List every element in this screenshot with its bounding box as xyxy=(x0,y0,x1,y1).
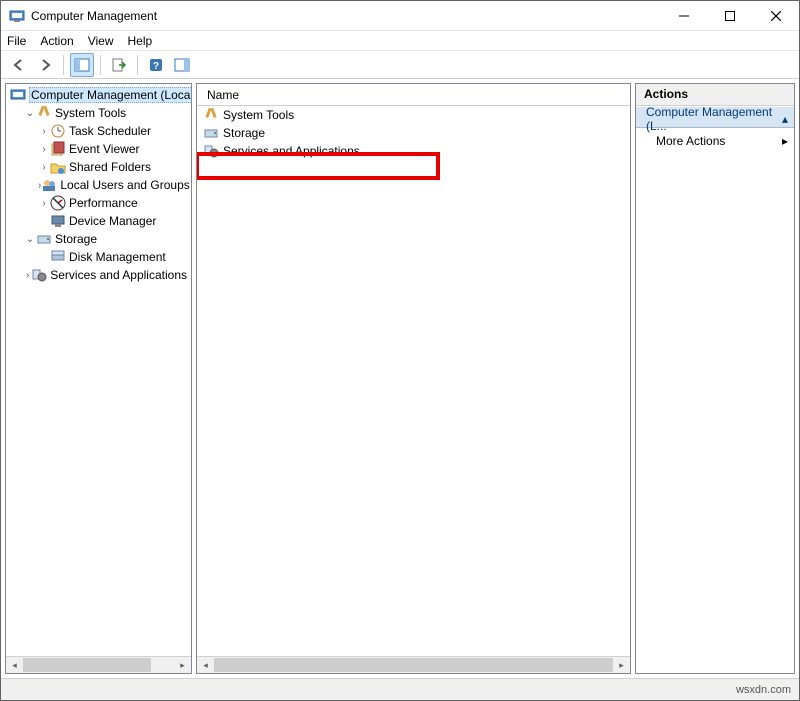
services-apps-icon xyxy=(203,143,219,159)
system-tools-icon xyxy=(203,107,219,123)
tree-label: System Tools xyxy=(55,106,126,120)
help-button[interactable]: ? xyxy=(144,53,168,77)
status-text: wsxdn.com xyxy=(736,684,791,696)
tree-horizontal-scrollbar[interactable]: ◂ ▸ xyxy=(6,656,191,673)
tree-label: Performance xyxy=(69,196,138,210)
event-viewer-icon xyxy=(50,141,66,157)
storage-icon xyxy=(36,231,52,247)
actions-more-actions[interactable]: More Actions ▸ xyxy=(636,128,794,150)
console-tree-pane: Computer Management (Local ⌄ System Tool… xyxy=(5,83,192,674)
window-controls xyxy=(661,1,799,30)
tree-label: Event Viewer xyxy=(69,142,139,156)
minimize-button[interactable] xyxy=(661,1,707,30)
scroll-thumb[interactable] xyxy=(214,658,613,672)
console-tree: Computer Management (Local ⌄ System Tool… xyxy=(6,84,191,656)
computer-management-window: Computer Management File Action View Hel… xyxy=(0,0,800,701)
actions-header: Actions xyxy=(636,84,794,106)
list-item-label: Storage xyxy=(223,126,265,140)
list-column-header-name[interactable]: Name xyxy=(197,84,630,106)
scroll-thumb[interactable] xyxy=(23,658,151,672)
result-list-pane: Name System Tools Storage Services and A… xyxy=(196,83,631,674)
tree-shared-folders[interactable]: › Shared Folders xyxy=(6,158,191,176)
actions-item-label: More Actions xyxy=(656,134,725,148)
scroll-left-arrow[interactable]: ◂ xyxy=(6,657,23,673)
maximize-button[interactable] xyxy=(707,1,753,30)
app-icon xyxy=(9,8,25,24)
back-button[interactable] xyxy=(7,53,31,77)
shared-folders-icon xyxy=(50,159,66,175)
submenu-arrow-icon: ▸ xyxy=(782,134,788,148)
list-item-storage[interactable]: Storage xyxy=(197,124,630,142)
tree-label: Local Users and Groups xyxy=(60,178,189,192)
expand-icon[interactable]: › xyxy=(24,270,31,281)
collapse-up-icon[interactable]: ▴ xyxy=(782,112,788,126)
window-title: Computer Management xyxy=(31,9,661,23)
tree-storage[interactable]: ⌄ Storage xyxy=(6,230,191,248)
export-list-button[interactable] xyxy=(107,53,131,77)
client-area: Computer Management (Local ⌄ System Tool… xyxy=(1,79,799,678)
titlebar: Computer Management xyxy=(1,1,799,31)
tree-disk-management[interactable]: Disk Management xyxy=(6,248,191,266)
task-scheduler-icon xyxy=(50,123,66,139)
show-hide-tree-button[interactable] xyxy=(70,53,94,77)
tree-event-viewer[interactable]: › Event Viewer xyxy=(6,140,191,158)
computer-management-icon xyxy=(10,87,26,103)
expand-icon[interactable]: › xyxy=(38,144,50,155)
list-item-label: Services and Applications xyxy=(223,144,360,158)
toolbar-separator xyxy=(63,55,64,75)
tree-label: Task Scheduler xyxy=(69,124,151,138)
list-item-system-tools[interactable]: System Tools xyxy=(197,106,630,124)
scroll-left-arrow[interactable]: ◂ xyxy=(197,657,214,673)
tree-label: Shared Folders xyxy=(69,160,151,174)
menu-view[interactable]: View xyxy=(88,34,114,48)
scroll-right-arrow[interactable]: ▸ xyxy=(174,657,191,673)
list-item-label: System Tools xyxy=(223,108,294,122)
expand-icon[interactable]: › xyxy=(38,198,50,209)
menubar: File Action View Help xyxy=(1,31,799,51)
tree-local-users-groups[interactable]: › Local Users and Groups xyxy=(6,176,191,194)
system-tools-icon xyxy=(36,105,52,121)
tree-label: Disk Management xyxy=(69,250,166,264)
menu-file[interactable]: File xyxy=(7,34,26,48)
performance-icon xyxy=(50,195,66,211)
storage-icon xyxy=(203,125,219,141)
scroll-track[interactable] xyxy=(23,657,174,673)
actions-context-title[interactable]: Computer Management (L... ▴ xyxy=(636,106,794,128)
menu-help[interactable]: Help xyxy=(128,34,153,48)
tree-label: Services and Applications xyxy=(50,268,187,282)
scroll-right-arrow[interactable]: ▸ xyxy=(613,657,630,673)
tree-root-computer-management[interactable]: Computer Management (Local xyxy=(6,86,191,104)
local-users-icon xyxy=(41,177,57,193)
scroll-track[interactable] xyxy=(214,657,613,673)
tree-device-manager[interactable]: Device Manager xyxy=(6,212,191,230)
collapse-icon[interactable]: ⌄ xyxy=(24,108,36,119)
list-horizontal-scrollbar[interactable]: ◂ ▸ xyxy=(197,656,630,673)
forward-button[interactable] xyxy=(33,53,57,77)
list-item-services-applications[interactable]: Services and Applications xyxy=(197,142,630,160)
toolbar-separator xyxy=(137,55,138,75)
toolbar-separator xyxy=(100,55,101,75)
tree-performance[interactable]: › Performance xyxy=(6,194,191,212)
expand-icon[interactable]: › xyxy=(38,162,50,173)
tree-label: Device Manager xyxy=(69,214,156,228)
statusbar: wsxdn.com xyxy=(1,678,799,700)
menu-action[interactable]: Action xyxy=(40,34,73,48)
tree-services-applications[interactable]: › Services and Applications xyxy=(6,266,191,284)
tree-label: Storage xyxy=(55,232,97,246)
tree-label: Computer Management (Local xyxy=(29,87,191,103)
services-apps-icon xyxy=(31,267,47,283)
list-body: System Tools Storage Services and Applic… xyxy=(197,106,630,656)
show-hide-action-pane-button[interactable] xyxy=(170,53,194,77)
device-manager-icon xyxy=(50,213,66,229)
expand-icon[interactable]: › xyxy=(38,126,50,137)
tree-system-tools[interactable]: ⌄ System Tools xyxy=(6,104,191,122)
actions-pane: Actions Computer Management (L... ▴ More… xyxy=(635,83,795,674)
collapse-icon[interactable]: ⌄ xyxy=(24,234,36,245)
toolbar: ? xyxy=(1,51,799,79)
svg-text:?: ? xyxy=(153,61,159,72)
close-button[interactable] xyxy=(753,1,799,30)
disk-management-icon xyxy=(50,249,66,265)
tree-task-scheduler[interactable]: › Task Scheduler xyxy=(6,122,191,140)
